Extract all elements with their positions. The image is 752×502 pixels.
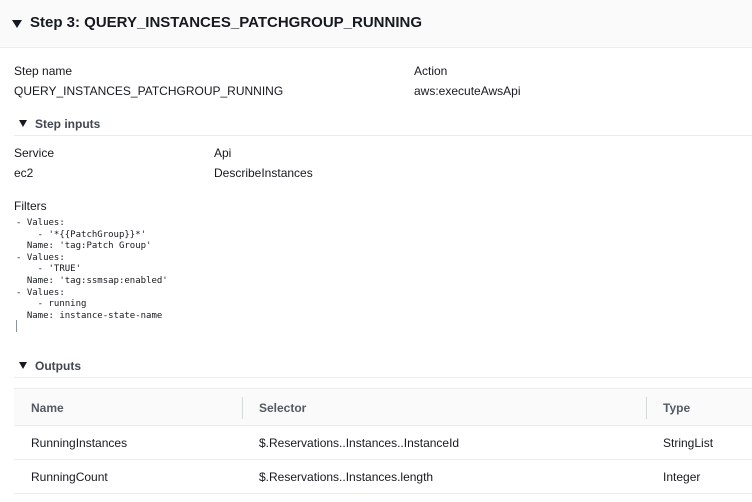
service-value: ec2 bbox=[14, 166, 34, 180]
column-header-selector[interactable]: Selector bbox=[259, 401, 306, 415]
output-name: RunningInstances bbox=[31, 436, 128, 450]
filters-code: - Values: - '*{{PatchGroup}}*' Name: 'ta… bbox=[16, 218, 168, 321]
outputs-caret-icon[interactable] bbox=[19, 362, 27, 369]
caret-down-icon[interactable] bbox=[12, 20, 22, 28]
service-label: Service bbox=[14, 146, 55, 160]
step-name-value: QUERY_INSTANCES_PATCHGROUP_RUNNING bbox=[14, 84, 284, 98]
step-inputs-caret-icon[interactable] bbox=[19, 120, 27, 127]
column-header-type[interactable]: Type bbox=[663, 401, 690, 415]
divider bbox=[14, 377, 752, 378]
table-row: RunningCount $.Reservations..Instances.l… bbox=[14, 460, 752, 494]
column-header-name[interactable]: Name bbox=[31, 401, 64, 415]
outputs-table-header: Name Selector Type bbox=[14, 388, 752, 426]
step-inputs-heading[interactable]: Step inputs bbox=[35, 117, 100, 131]
output-type: Integer bbox=[663, 470, 701, 484]
step-header[interactable]: Step 3: QUERY_INSTANCES_PATCHGROUP_RUNNI… bbox=[0, 0, 752, 48]
output-name: RunningCount bbox=[31, 470, 108, 484]
filters-label: Filters bbox=[14, 199, 47, 213]
divider bbox=[14, 135, 752, 136]
table-row: RunningInstances $.Reservations..Instanc… bbox=[14, 426, 752, 460]
action-value: aws:executeAwsApi bbox=[414, 84, 521, 98]
column-separator[interactable] bbox=[646, 397, 647, 419]
action-label: Action bbox=[414, 64, 448, 78]
step-name-label: Step name bbox=[14, 64, 73, 78]
output-type: StringList bbox=[663, 436, 714, 450]
text-cursor bbox=[16, 320, 17, 332]
output-selector: $.Reservations..Instances.length bbox=[259, 470, 434, 484]
outputs-heading[interactable]: Outputs bbox=[35, 359, 81, 373]
api-value: DescribeInstances bbox=[214, 166, 313, 180]
api-label: Api bbox=[214, 146, 232, 160]
step-title: Step 3: QUERY_INSTANCES_PATCHGROUP_RUNNI… bbox=[30, 14, 422, 31]
column-separator[interactable] bbox=[242, 397, 243, 419]
output-selector: $.Reservations..Instances..InstanceId bbox=[259, 436, 460, 450]
